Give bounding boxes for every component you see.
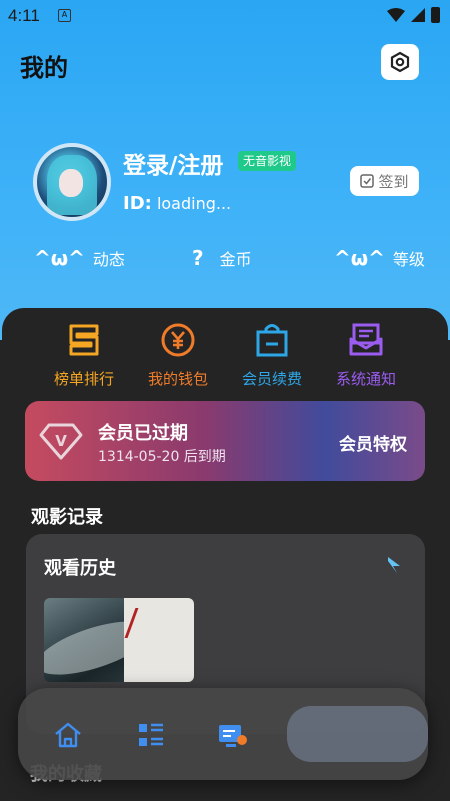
user-id: ID: loading... [123,193,231,214]
status-bar: 4:11 A [0,0,450,32]
quick-action-wallet[interactable]: 我的钱包 [133,320,223,389]
status-icons [387,7,440,23]
user-id-value: loading... [156,194,232,213]
stat-label: 金币 [219,250,252,269]
quick-action-vip-renew[interactable]: 会员续费 [227,320,317,389]
watch-history-title: 观看历史 [44,558,116,579]
quick-action-ranking[interactable]: 榜单排行 [39,320,129,389]
settings-button[interactable] [381,44,419,80]
ranking-icon [69,324,99,356]
stats-row: ^ω^ 动态 ? 金币 ^ω^ 等级 [0,246,450,282]
page-title: 我的 [20,54,68,82]
stat-label: 动态 [92,250,125,269]
avatar[interactable] [33,143,111,221]
signal-icon [411,8,425,22]
checkin-label: 签到 [378,172,409,191]
category-icon[interactable] [136,720,166,750]
wallet-icon [161,323,195,357]
vip-badge-letter: V [55,432,67,450]
quick-actions: 榜单排行 我的钱包 会员续费 系统通知 [0,320,450,400]
user-id-label: ID: [123,193,152,214]
shopping-bag-icon [256,324,288,357]
wifi-icon [387,8,405,22]
quick-action-label: 系统通知 [335,370,396,388]
stat-level[interactable]: ^ω^ 等级 [334,246,425,270]
avatar-face [59,169,83,197]
profile-icon[interactable] [328,720,358,750]
quick-action-notifications[interactable]: 系统通知 [321,320,411,389]
vip-expire-date: 1314-05-20 后到期 [98,449,226,465]
bottom-tab-bar [18,688,428,780]
app-tag-badge: 无音影视 [238,151,297,171]
stat-label: 等级 [392,250,425,269]
checkin-icon [360,174,375,188]
stat-coins[interactable]: ? 金币 [192,246,252,270]
checkin-button[interactable]: 签到 [350,166,419,196]
login-register-link[interactable]: 登录/注册 [123,146,223,180]
vip-badge-icon: V [39,423,83,460]
arrow-icon[interactable] [385,556,403,574]
app-notification-icon: A [58,9,71,22]
quick-action-label: 我的钱包 [147,370,208,388]
settings-icon [390,51,410,73]
quick-action-label: 榜单排行 [53,370,114,388]
section-title-history: 观影记录 [31,507,103,528]
stat-dynamics[interactable]: ^ω^ 动态 [34,246,125,270]
mail-icon [349,323,383,356]
home-icon[interactable] [53,720,83,750]
status-time: 4:11 [8,6,40,25]
stat-value: ^ω^ [334,246,385,270]
history-thumbnail[interactable] [44,598,194,682]
stat-value: ^ω^ [34,246,85,270]
battery-icon [431,7,440,23]
vip-privilege-link[interactable]: 会员特权 [339,430,407,455]
tv-icon[interactable] [217,720,247,750]
stat-value: ? [192,246,204,270]
quick-action-label: 会员续费 [241,370,302,388]
vip-card[interactable]: V 会员已过期 1314-05-20 后到期 会员特权 [25,401,425,481]
vip-status: 会员已过期 [98,423,188,444]
